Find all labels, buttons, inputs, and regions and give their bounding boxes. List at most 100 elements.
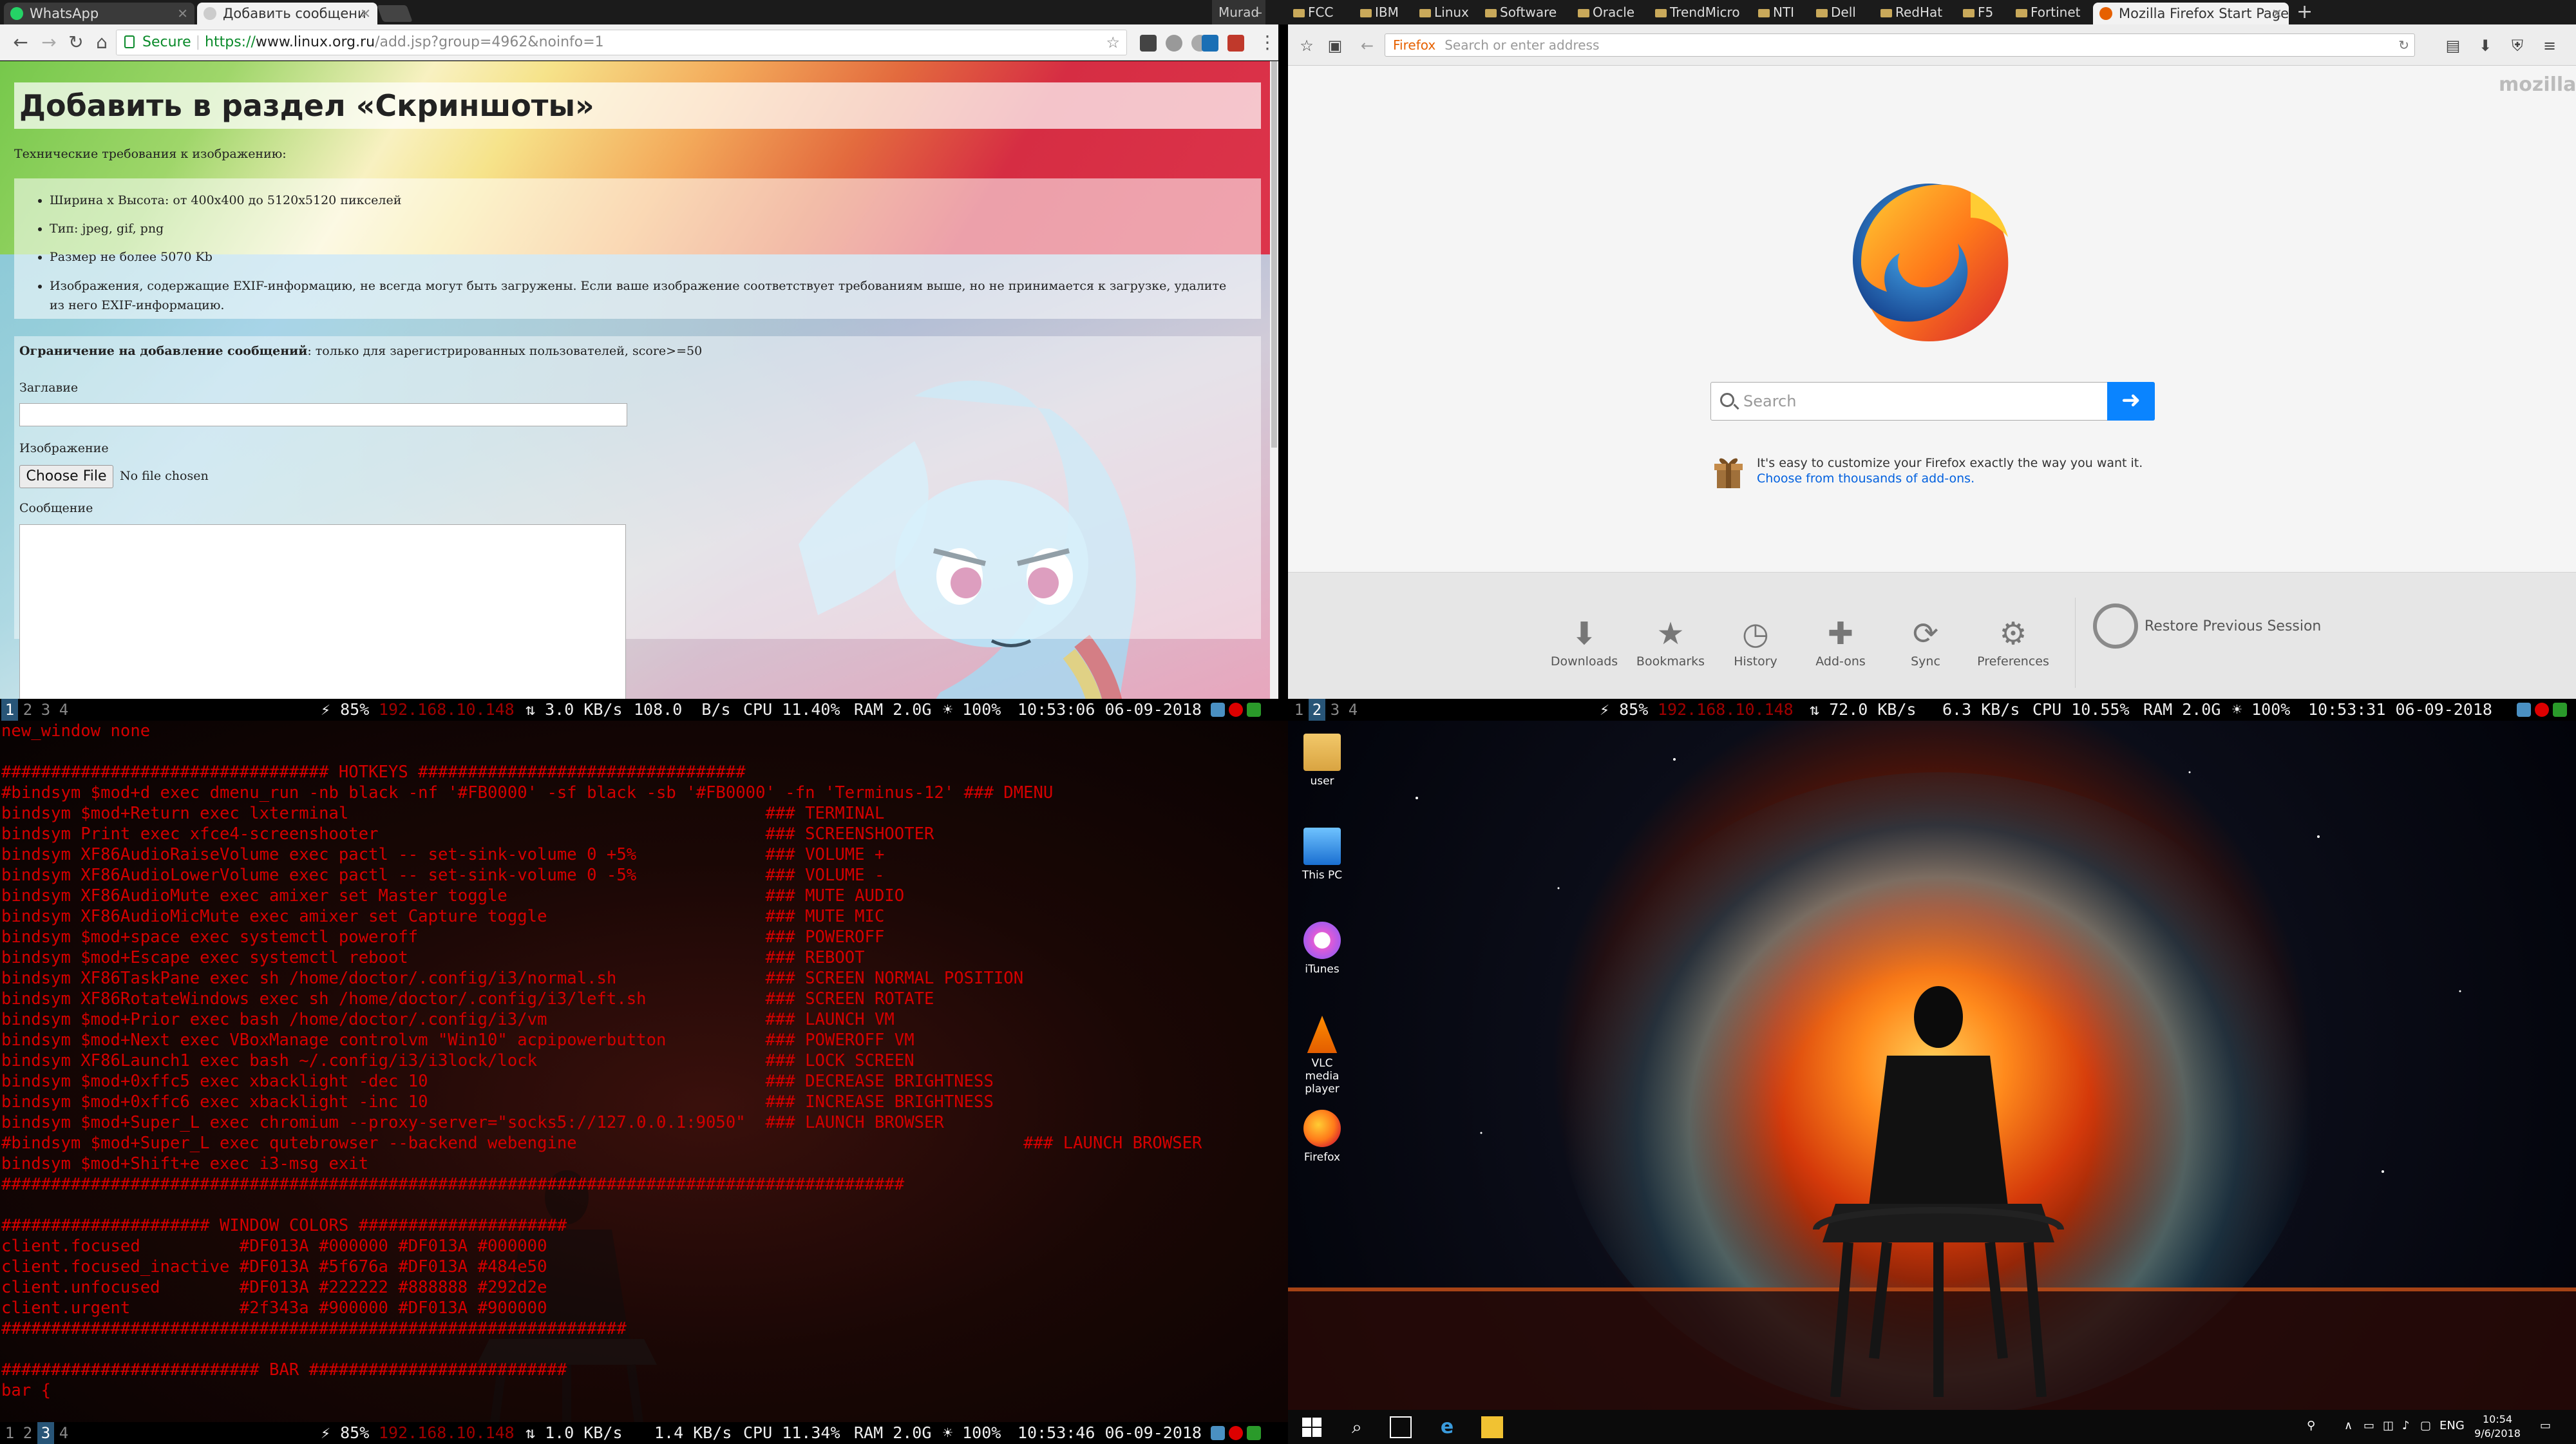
windows-start-icon[interactable] [1301,1416,1323,1438]
screenshot-icon[interactable]: ▣ [1327,37,1343,54]
back-icon[interactable]: ← [1359,37,1376,54]
home-icon[interactable]: ⌂ [90,31,113,54]
tab-firefox-start[interactable]: Mozilla Firefox Start Page ✕ [2093,3,2289,24]
people-icon[interactable]: ⚲ [2307,1419,2315,1432]
bookmark-star-icon[interactable]: ☆ [1106,30,1120,55]
network-icon[interactable]: ◫ [2383,1419,2394,1432]
extension-icon[interactable] [1140,35,1157,52]
tray-mail-icon[interactable] [2535,703,2549,717]
volume-icon[interactable]: ♪ [2402,1419,2410,1432]
workspace-4[interactable]: 4 [1345,699,1361,721]
library-icon[interactable]: ▤ [2445,37,2461,54]
minimize-icon[interactable]: – [1256,0,1262,24]
user-folder-icon [1303,734,1341,771]
addons-link[interactable]: Choose from thousands of add-ons. [1757,471,1975,486]
workspace-2[interactable]: 2 [19,699,36,721]
reload-icon[interactable]: ↻ [64,31,88,54]
bookmark-folder[interactable]: TrendMicro [1655,0,1740,24]
workspace-2[interactable]: 2 [1309,699,1325,721]
desktop-icon-vlc[interactable]: VLC media player [1293,1016,1351,1096]
sync-button[interactable]: ⟳ Sync [1887,616,1964,687]
workspace-4[interactable]: 4 [55,1422,72,1444]
workspace-3[interactable]: 3 [37,1422,54,1444]
bookmark-star-icon[interactable]: ☆ [1298,37,1315,54]
action-center-icon[interactable]: ▭ [2540,1419,2551,1432]
tab-whatsapp[interactable]: WhatsApp ✕ [4,3,194,24]
forward-icon[interactable]: → [37,31,61,54]
workspace-3[interactable]: 3 [37,699,54,721]
datetime-status: 10:53:46 06-09-2018 [1018,1423,1202,1442]
choose-file-button[interactable]: Choose File [19,465,113,488]
search-go-button[interactable]: ➜ [2107,382,2155,421]
bookmarks-button[interactable]: ★ Bookmarks [1632,616,1709,687]
restore-session-icon[interactable] [2093,603,2138,649]
bookmark-folder[interactable]: Linux [1419,0,1469,24]
bookmark-folder[interactable]: Oracle [1578,0,1634,24]
edge-icon[interactable]: e [1436,1416,1458,1438]
menu-dots-icon[interactable]: ⋮ [1256,31,1279,54]
workspace-4[interactable]: 4 [55,699,72,721]
search-icon[interactable]: ⌕ [1346,1416,1368,1438]
workspace-1[interactable]: 1 [1291,699,1307,721]
battery-icon[interactable]: ▭ [2363,1419,2374,1432]
bookmark-folder[interactable]: NTI [1758,0,1794,24]
terminal-window[interactable]: new_window none ########################… [0,721,1288,1423]
addons-button[interactable]: ✚ Add-ons [1802,616,1879,687]
adblock-icon[interactable] [1227,35,1244,52]
bookmark-folder[interactable]: FCC [1293,0,1333,24]
desktop-icon-itunes[interactable]: iTunes [1293,922,1351,976]
input-language[interactable]: ENG [2439,1419,2465,1432]
back-icon[interactable]: ← [9,31,32,54]
tab-add-message[interactable]: Добавить сообщени ✕ [197,3,377,24]
address-bar[interactable]: Secure | https://www.linux.org.ru/add.js… [116,30,1127,55]
close-tab-icon[interactable]: ✕ [360,3,371,24]
reload-icon[interactable]: ↻ [2398,34,2409,56]
desktop-icon-firefox[interactable]: Firefox [1293,1110,1351,1164]
tray-network-icon[interactable] [2517,703,2531,717]
restore-session-button[interactable]: Restore Previous Session [2145,618,2321,634]
bookmark-folder[interactable]: RedHat [1880,0,1942,24]
download-icon[interactable]: ⬇ [2477,37,2494,54]
hamburger-menu-icon[interactable]: ≡ [2541,37,2558,54]
bookmark-folder[interactable]: F5 [1963,0,1993,24]
close-tab-icon[interactable]: ✕ [177,3,188,24]
workspace-1[interactable]: 1 [1,1422,18,1444]
new-tab-plus-icon[interactable]: + [2297,0,2313,24]
tray-mail-icon[interactable] [1229,703,1243,717]
bookmark-folder[interactable]: Dell [1816,0,1856,24]
workspace-3[interactable]: 3 [1327,699,1343,721]
desktop-icon-user[interactable]: user [1293,734,1351,788]
bookmark-folder[interactable]: IBM [1360,0,1399,24]
title-input[interactable] [19,403,627,426]
firefox-address-bar[interactable]: Firefox Search or enter address ↻ [1385,33,2415,57]
new-tab-button[interactable] [377,5,413,22]
close-tab-icon[interactable]: ✕ [2271,3,2282,24]
notification-tray-icon[interactable]: ▢ [2420,1419,2431,1432]
tray-mail-icon[interactable] [1229,1426,1243,1440]
file-explorer-icon[interactable] [1481,1416,1503,1438]
taskbar-clock[interactable]: 10:54 9/6/2018 [2472,1412,2523,1441]
extension-icon[interactable] [1202,35,1218,52]
extension-icon[interactable] [1166,35,1182,52]
bookmark-folder[interactable]: Software [1485,0,1557,24]
tray-network-icon[interactable] [1211,703,1225,717]
desktop-icon-this-pc[interactable]: This PC [1293,828,1351,882]
task-view-icon[interactable] [1390,1416,1412,1438]
tray-network-icon[interactable] [1211,1426,1225,1440]
downloads-button[interactable]: ⬇ Downloads [1546,616,1623,687]
shield-icon[interactable]: ⛨ [2509,37,2526,54]
page-scrollbar[interactable] [1270,61,1278,699]
tray-battery-icon[interactable] [1247,1426,1261,1440]
preferences-button[interactable]: ⚙ Preferences [1975,616,2052,687]
tray-chevron-icon[interactable]: ∧ [2344,1419,2353,1432]
history-button[interactable]: ◷ History [1717,616,1794,687]
workspace-1[interactable]: 1 [1,699,18,721]
terminal-line: bindsym XF86AudioMicMute exec amixer set… [1,907,885,926]
tray-battery-icon[interactable] [1247,703,1261,717]
bookmark-folder[interactable]: Fortinet [2016,0,2080,24]
firefox-search-input[interactable]: Search [1710,382,2155,421]
tray-battery-icon[interactable] [2553,703,2567,717]
message-textarea[interactable] [19,524,626,699]
scrollbar-thumb[interactable] [1271,61,1277,448]
workspace-2[interactable]: 2 [19,1422,36,1444]
